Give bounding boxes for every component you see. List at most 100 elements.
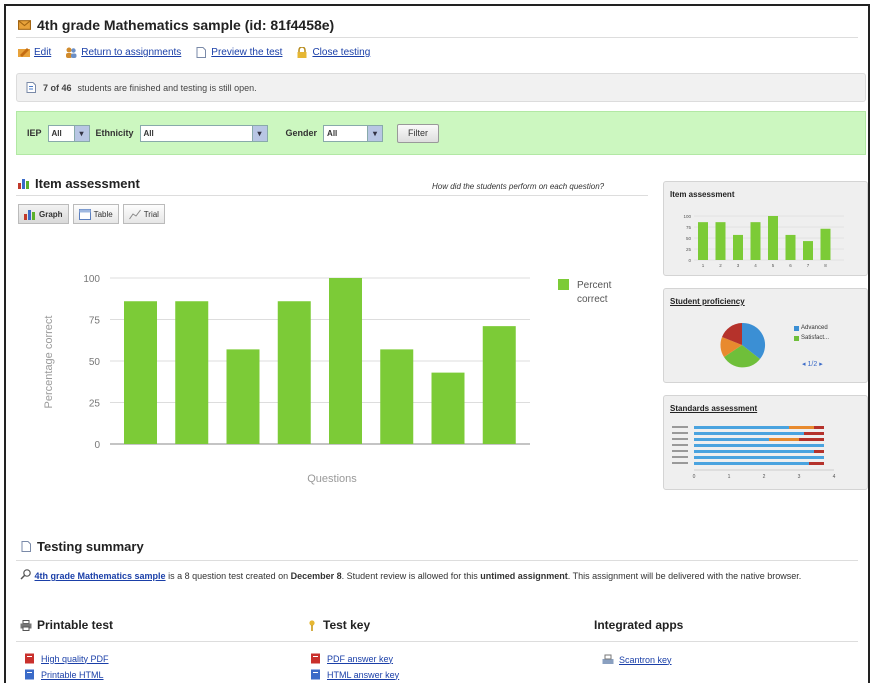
mini-item-assessment-title: Item assessment (670, 190, 735, 199)
legend-label-line1: Percent (577, 280, 612, 291)
page-title: 4th grade Mathematics sample (id: 81f445… (37, 17, 335, 33)
return-action[interactable]: Return to assignments (65, 47, 181, 58)
ethnicity-select[interactable]: All ▾ (139, 124, 268, 142)
student-proficiency-card[interactable]: Student proficiency Advanced Satisfact..… (663, 288, 868, 383)
pager-text: 1/2 (807, 360, 818, 368)
preview-action[interactable]: Preview the test (195, 47, 282, 58)
axis-tick: 3 (798, 474, 801, 480)
axis-tick: 2 (763, 474, 766, 480)
axis-tick: 1 (728, 474, 731, 480)
standards-bar (694, 450, 814, 453)
high-quality-pdf-item[interactable]: High quality PDF (24, 653, 109, 664)
printable-test-heading: Printable test (20, 618, 113, 632)
filter-bar: IEP All ▾ Ethnicity All ▾ Gender All ▾ F… (16, 111, 866, 155)
close-testing-action[interactable]: Close testing (296, 47, 370, 58)
test-name-link[interactable]: 4th grade Mathematics sample (35, 571, 166, 581)
html-icon (25, 669, 34, 680)
divider (16, 37, 858, 38)
divider (16, 641, 858, 642)
standards-axis-ticks: 0 1 2 3 4 (693, 474, 836, 480)
divider (16, 560, 858, 561)
filter-button[interactable]: Filter (397, 123, 440, 143)
next-arrow-icon[interactable]: ▸ (819, 360, 823, 368)
mini-item-assessment-chart: 100 75 50 25 0 1 2 3 4 5 6 7 8 (683, 214, 844, 268)
bar-question-6[interactable] (380, 349, 414, 444)
item-assessment-title: Item assessment (35, 176, 140, 191)
tab-trial[interactable]: Trial (122, 204, 165, 224)
bar-question-7[interactable] (431, 372, 465, 444)
iep-label: IEP (27, 128, 42, 138)
standards-row-labels (672, 426, 688, 464)
mini-chart-x-ticks: 1 2 3 4 5 6 7 8 (702, 263, 828, 268)
standards-bar (694, 426, 789, 429)
bar-chart-icon (24, 209, 35, 220)
page-header: 4th grade Mathematics sample (id: 81f445… (18, 14, 334, 36)
bar-question-8[interactable] (482, 326, 516, 444)
printable-html-item[interactable]: Printable HTML (24, 669, 104, 680)
printable-test-title: Printable test (37, 618, 114, 632)
scanner-icon (602, 654, 614, 664)
mini-y-tick: 0 (688, 258, 691, 263)
gender-select[interactable]: All ▾ (323, 124, 384, 142)
iep-select-value: All (51, 128, 62, 138)
magnifier-icon (20, 569, 31, 580)
scantron-key-link[interactable]: Scantron key (619, 655, 672, 665)
high-quality-pdf-link[interactable]: High quality PDF (41, 654, 109, 664)
row-label (672, 426, 688, 428)
close-testing-link[interactable]: Close testing (312, 47, 370, 58)
pdf-answer-key-link[interactable]: PDF answer key (327, 654, 393, 664)
mini-bar-5 (768, 216, 778, 260)
gender-select-value: All (327, 128, 338, 138)
standards-assessment-card[interactable]: Standards assessment 0 1 2 3 4 (663, 395, 868, 490)
bar-question-5[interactable] (329, 278, 362, 444)
mini-bar-6 (785, 234, 796, 260)
printable-html-link[interactable]: Printable HTML (41, 670, 104, 680)
y-tick-label: 0 (94, 440, 100, 451)
standards-bar (814, 450, 824, 453)
mini-bar-3 (733, 234, 743, 260)
y-tick-label: 50 (89, 357, 101, 368)
bar-question-1[interactable] (124, 301, 157, 444)
standards-bar (694, 444, 824, 447)
ethnicity-select-value: All (143, 128, 154, 138)
mini-y-tick: 50 (686, 236, 692, 241)
scantron-key-item[interactable]: Scantron key (602, 654, 672, 665)
summary-text-3: . This assignment will be delivered with… (567, 571, 802, 581)
pdf-answer-key-item[interactable]: PDF answer key (310, 653, 393, 664)
mini-y-tick: 100 (683, 214, 691, 219)
y-tick-label: 25 (89, 399, 101, 410)
bar-question-3[interactable] (226, 349, 260, 444)
prev-arrow-icon[interactable]: ◂ (802, 360, 806, 368)
bar-question-2[interactable] (175, 301, 209, 444)
standards-bar (694, 456, 824, 459)
mini-chart-y-ticks: 100 75 50 25 0 (683, 214, 691, 263)
bar-question-4[interactable] (277, 301, 311, 444)
ethnicity-label: Ethnicity (95, 128, 134, 138)
document-icon (21, 541, 31, 552)
tab-table[interactable]: Table (72, 204, 119, 224)
standards-bar (804, 432, 824, 435)
html-answer-key-item[interactable]: HTML answer key (310, 669, 399, 680)
return-to-assignments-link[interactable]: Return to assignments (81, 47, 181, 58)
legend-label-line2: correct (577, 294, 608, 305)
envelope-icon (18, 20, 31, 30)
mini-item-assessment-card[interactable]: Item assessment 100 75 50 25 0 1 2 3 4 5 6 7 8 (663, 181, 868, 276)
proficiency-pager[interactable]: ◂ 1/2 ▸ (802, 360, 823, 369)
edit-action[interactable]: Edit (18, 47, 51, 58)
integrated-apps-heading: Integrated apps (594, 618, 683, 632)
mini-x-tick: 2 (719, 263, 722, 268)
html-answer-key-link[interactable]: HTML answer key (327, 670, 399, 680)
mini-x-tick: 7 (807, 263, 810, 268)
preview-test-link[interactable]: Preview the test (211, 47, 282, 58)
divider (16, 195, 648, 196)
row-label (672, 432, 688, 434)
axis-tick: 0 (693, 474, 696, 480)
row-label (672, 456, 688, 458)
edit-link[interactable]: Edit (34, 47, 51, 58)
printer-icon (20, 619, 32, 631)
iep-select[interactable]: All ▾ (47, 124, 90, 142)
test-key-heading: Test key (306, 618, 370, 632)
standards-bar (694, 462, 809, 465)
summary-text-2: . Student review is allowed for this (341, 571, 481, 581)
tab-graph[interactable]: Graph (18, 204, 69, 224)
